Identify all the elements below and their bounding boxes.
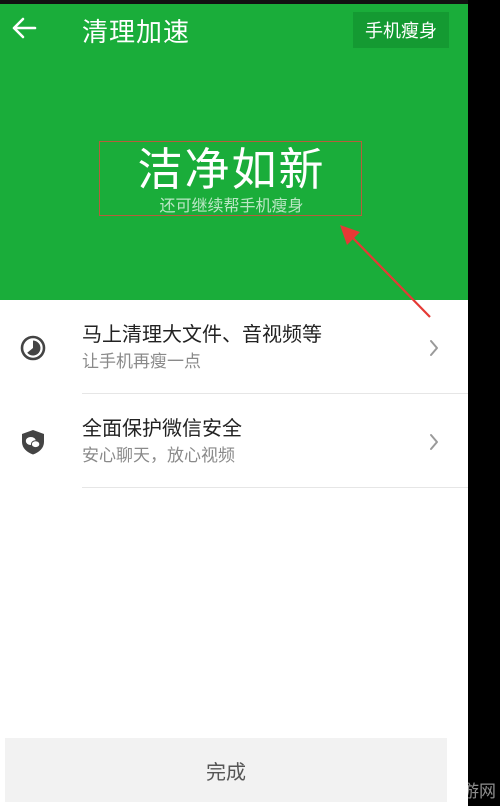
shield-wechat-icon [22, 430, 44, 455]
clock-pie-icon [20, 335, 46, 361]
list-item-title: 马上清理大文件、音视频等 [82, 322, 322, 346]
chevron-right-icon [430, 434, 438, 450]
list-item-clean-large-files[interactable]: 马上清理大文件、音视频等 让手机再瘦一点 [0, 300, 468, 394]
phone-slim-button[interactable]: 手机瘦身 [353, 12, 449, 48]
back-button[interactable] [6, 10, 42, 46]
list-item-subtitle: 安心聊天，放心视频 [82, 446, 235, 466]
list-item-wechat-security[interactable]: 全面保护微信安全 安心聊天，放心视频 [0, 394, 468, 488]
header: 清理加速 手机瘦身 洁净如新 还可继续帮手机瘦身 [0, 4, 468, 318]
back-arrow-icon [12, 17, 37, 39]
hero-subtitle: 还可继续帮手机瘦身 [159, 196, 304, 215]
list-item-subtitle: 让手机再瘦一点 [82, 352, 201, 372]
hero-title: 洁净如新 [137, 143, 326, 196]
app-screen: 清理加速 手机瘦身 洁净如新 还可继续帮手机瘦身 马上清理大文件、音视频等 让手… [0, 0, 468, 806]
divider [82, 487, 468, 488]
list-item-title: 全面保护微信安全 [82, 416, 242, 440]
hero-highlight: 洁净如新 还可继续帮手机瘦身 [99, 141, 362, 216]
action-list: 马上清理大文件、音视频等 让手机再瘦一点 全面保护微信安全 安心聊天，放心视频 [0, 300, 468, 488]
chevron-right-icon [430, 340, 438, 356]
page-title: 清理加速 [82, 18, 191, 48]
done-button[interactable]: 完成 [5, 738, 447, 802]
